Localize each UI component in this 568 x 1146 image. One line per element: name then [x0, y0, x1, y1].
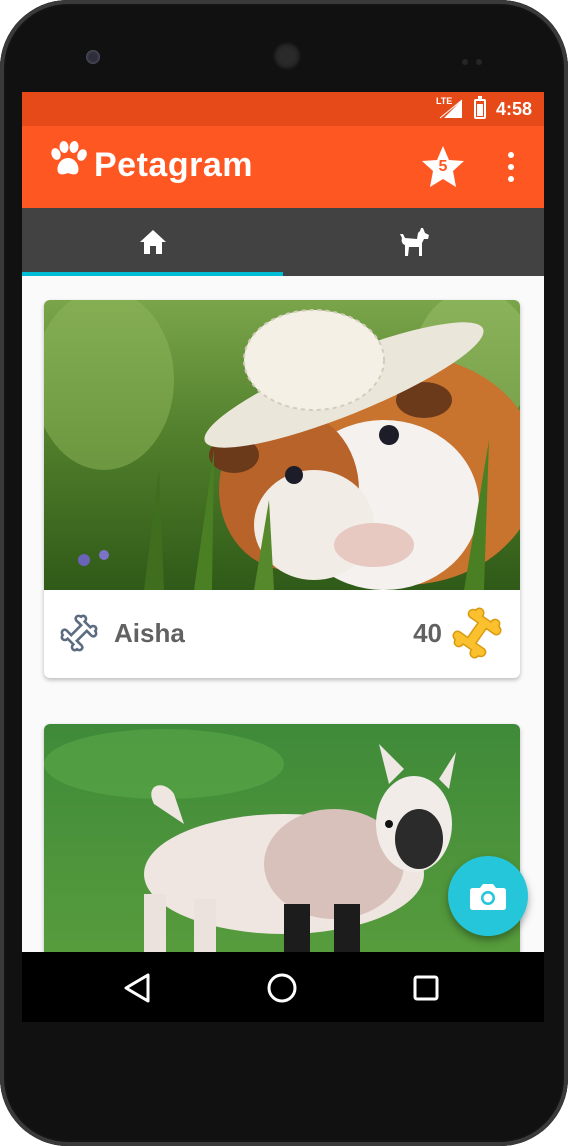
pet-card[interactable]	[44, 724, 520, 952]
recents-icon[interactable]	[408, 970, 444, 1006]
overflow-menu-dot	[508, 176, 514, 182]
proximity-sensors	[462, 52, 502, 65]
tab-home[interactable]	[22, 208, 283, 276]
earpiece-speaker	[273, 42, 301, 70]
lte-signal-icon: LTE	[436, 96, 464, 120]
tab-pets[interactable]	[283, 208, 544, 276]
system-nav-bar	[22, 952, 544, 1022]
camera-fab[interactable]	[448, 856, 528, 936]
bone-outline-icon[interactable]	[58, 612, 100, 654]
pet-name: Aisha	[114, 618, 185, 648]
pet-photo[interactable]	[44, 724, 520, 952]
overflow-menu-button[interactable]	[500, 150, 522, 184]
pet-card[interactable]: Aisha 40	[44, 300, 520, 678]
front-camera	[86, 50, 100, 64]
screen: LTE 4:58 Petagram 5 Aisha 40	[22, 92, 544, 1022]
back-icon[interactable]	[120, 970, 156, 1006]
home-circle-icon[interactable]	[264, 970, 300, 1006]
tab-bar	[22, 208, 544, 276]
battery-icon	[473, 96, 486, 119]
dog-icon	[399, 228, 429, 256]
app-title: Petagram	[94, 146, 253, 184]
pet-photo[interactable]	[44, 300, 520, 590]
app-bar: Petagram 5	[22, 126, 544, 208]
device-frame: LTE 4:58 Petagram 5 Aisha 40	[0, 0, 568, 1146]
home-icon	[139, 230, 166, 254]
paw-icon	[51, 141, 87, 175]
bone-gold-icon	[452, 607, 502, 659]
favorites-button[interactable]: 5	[420, 144, 466, 190]
status-time: 4:58	[495, 98, 532, 119]
pet-card-footer: Aisha 40	[44, 590, 520, 678]
like-count: 40	[413, 618, 442, 648]
pet-feed[interactable]: Aisha 40	[22, 276, 544, 952]
camera-icon	[470, 884, 506, 910]
overflow-menu-icon	[508, 152, 514, 158]
overflow-menu-dot	[508, 164, 514, 170]
star-badge-count: 5	[438, 158, 448, 175]
status-bar: LTE 4:58	[22, 92, 544, 126]
